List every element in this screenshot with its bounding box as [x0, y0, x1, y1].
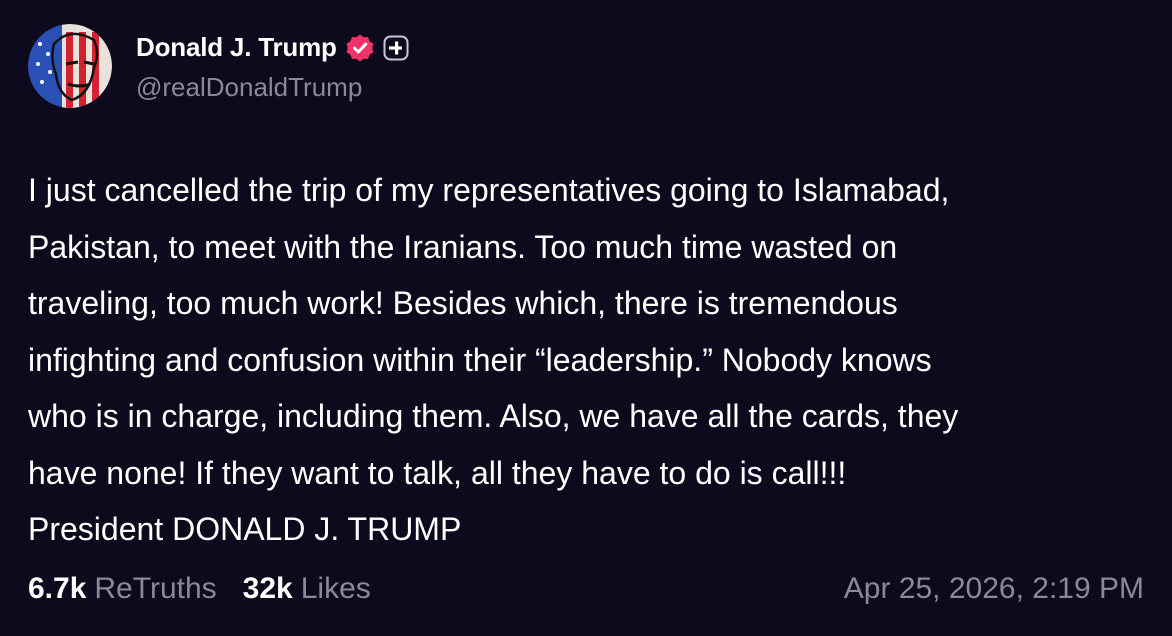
account-handle[interactable]: @realDonaldTrump	[136, 72, 409, 103]
likes-label: Likes	[300, 572, 371, 605]
retruths-label: ReTruths	[94, 572, 217, 605]
truth-post: Donald J. Trump @realDonaldTrump I just …	[0, 0, 1172, 636]
display-name[interactable]: Donald J. Trump	[136, 32, 337, 63]
verified-badge-icon	[345, 33, 375, 63]
post-header: Donald J. Trump @realDonaldTrump	[28, 24, 409, 108]
avatar-image	[28, 24, 112, 108]
likes-count: 32k	[242, 572, 293, 605]
name-row: Donald J. Trump	[136, 30, 409, 66]
post-footer: 6.7k ReTruths 32k Likes Apr 25, 2026, 2:…	[28, 572, 1144, 606]
retruths-count: 6.7k	[28, 572, 87, 605]
post-text: I just cancelled the trip of my represen…	[28, 172, 959, 547]
account-names: Donald J. Trump @realDonaldTrump	[136, 30, 409, 103]
post-timestamp[interactable]: Apr 25, 2026, 2:19 PM	[844, 572, 1144, 606]
avatar[interactable]	[28, 24, 112, 108]
plus-badge-icon[interactable]	[383, 35, 409, 61]
retruths-stat[interactable]: 6.7k ReTruths	[28, 572, 217, 606]
likes-stat[interactable]: 32k Likes	[243, 572, 371, 606]
